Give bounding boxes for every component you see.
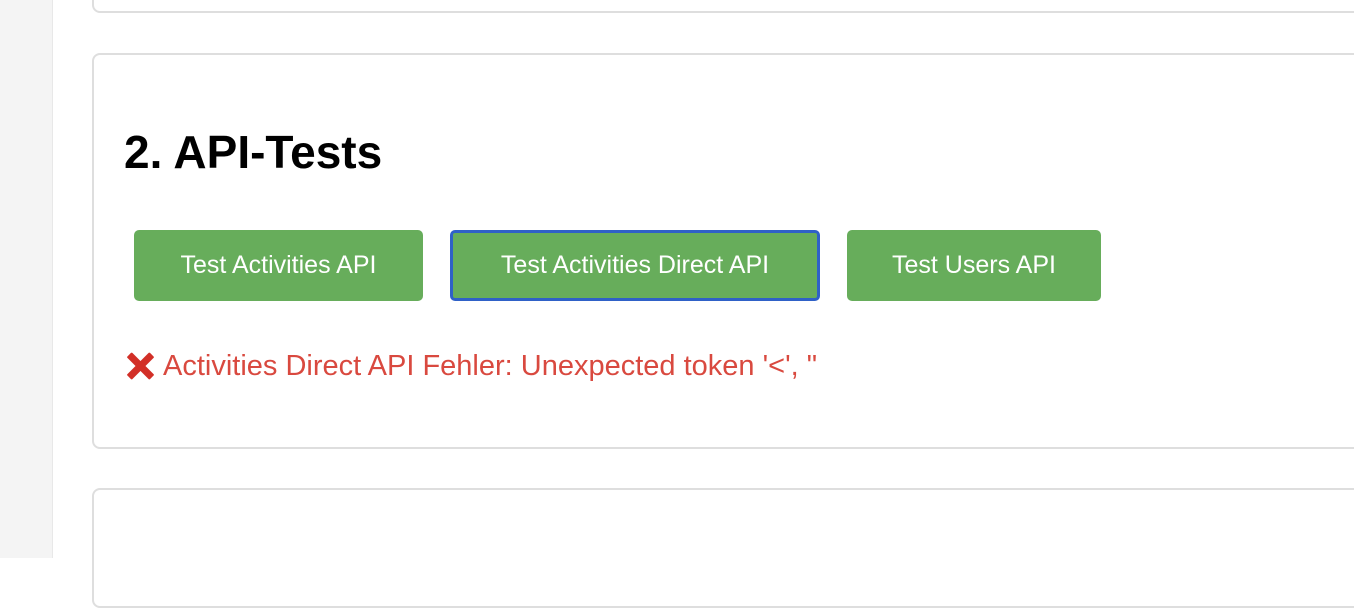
status-message-text: Activities Direct API Fehler: Unexpected… bbox=[163, 349, 818, 382]
section-title: 2. API-Tests bbox=[124, 126, 383, 178]
test-users-api-button[interactable]: Test Users API bbox=[847, 230, 1101, 301]
next-section-card bbox=[92, 488, 1354, 608]
test-activities-api-button[interactable]: Test Activities API bbox=[134, 230, 423, 301]
left-sidebar-gutter bbox=[0, 0, 53, 558]
previous-section-card bbox=[92, 0, 1354, 13]
error-x-icon bbox=[124, 350, 156, 382]
api-test-status-message: Activities Direct API Fehler: Unexpected… bbox=[124, 346, 817, 386]
test-activities-direct-api-button[interactable]: Test Activities Direct API bbox=[450, 230, 820, 301]
